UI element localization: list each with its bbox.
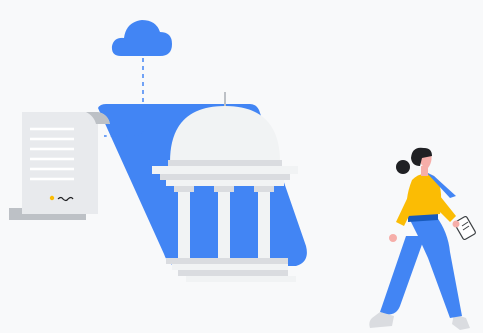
document-scroll-icon (9, 112, 110, 220)
building-step-4 (186, 276, 296, 282)
building-step-3 (178, 270, 288, 276)
building-step-2 (172, 264, 288, 270)
person-hair-bun (396, 160, 410, 174)
building-step-1 (166, 258, 288, 264)
document-seal-dot (49, 195, 55, 201)
illustration-canvas (9, 20, 476, 330)
roof-slab (152, 166, 298, 174)
dome-base (168, 160, 282, 166)
person-front-hand (452, 220, 460, 228)
tablet-icon (454, 215, 476, 241)
person-back-hand (389, 234, 397, 242)
roof-shadow (160, 174, 290, 180)
entablature (166, 180, 284, 186)
columns (174, 186, 274, 258)
person-back-leg (380, 236, 425, 315)
walking-person (369, 147, 476, 330)
person-back-shoe (369, 312, 394, 328)
person-front-leg (408, 216, 462, 318)
